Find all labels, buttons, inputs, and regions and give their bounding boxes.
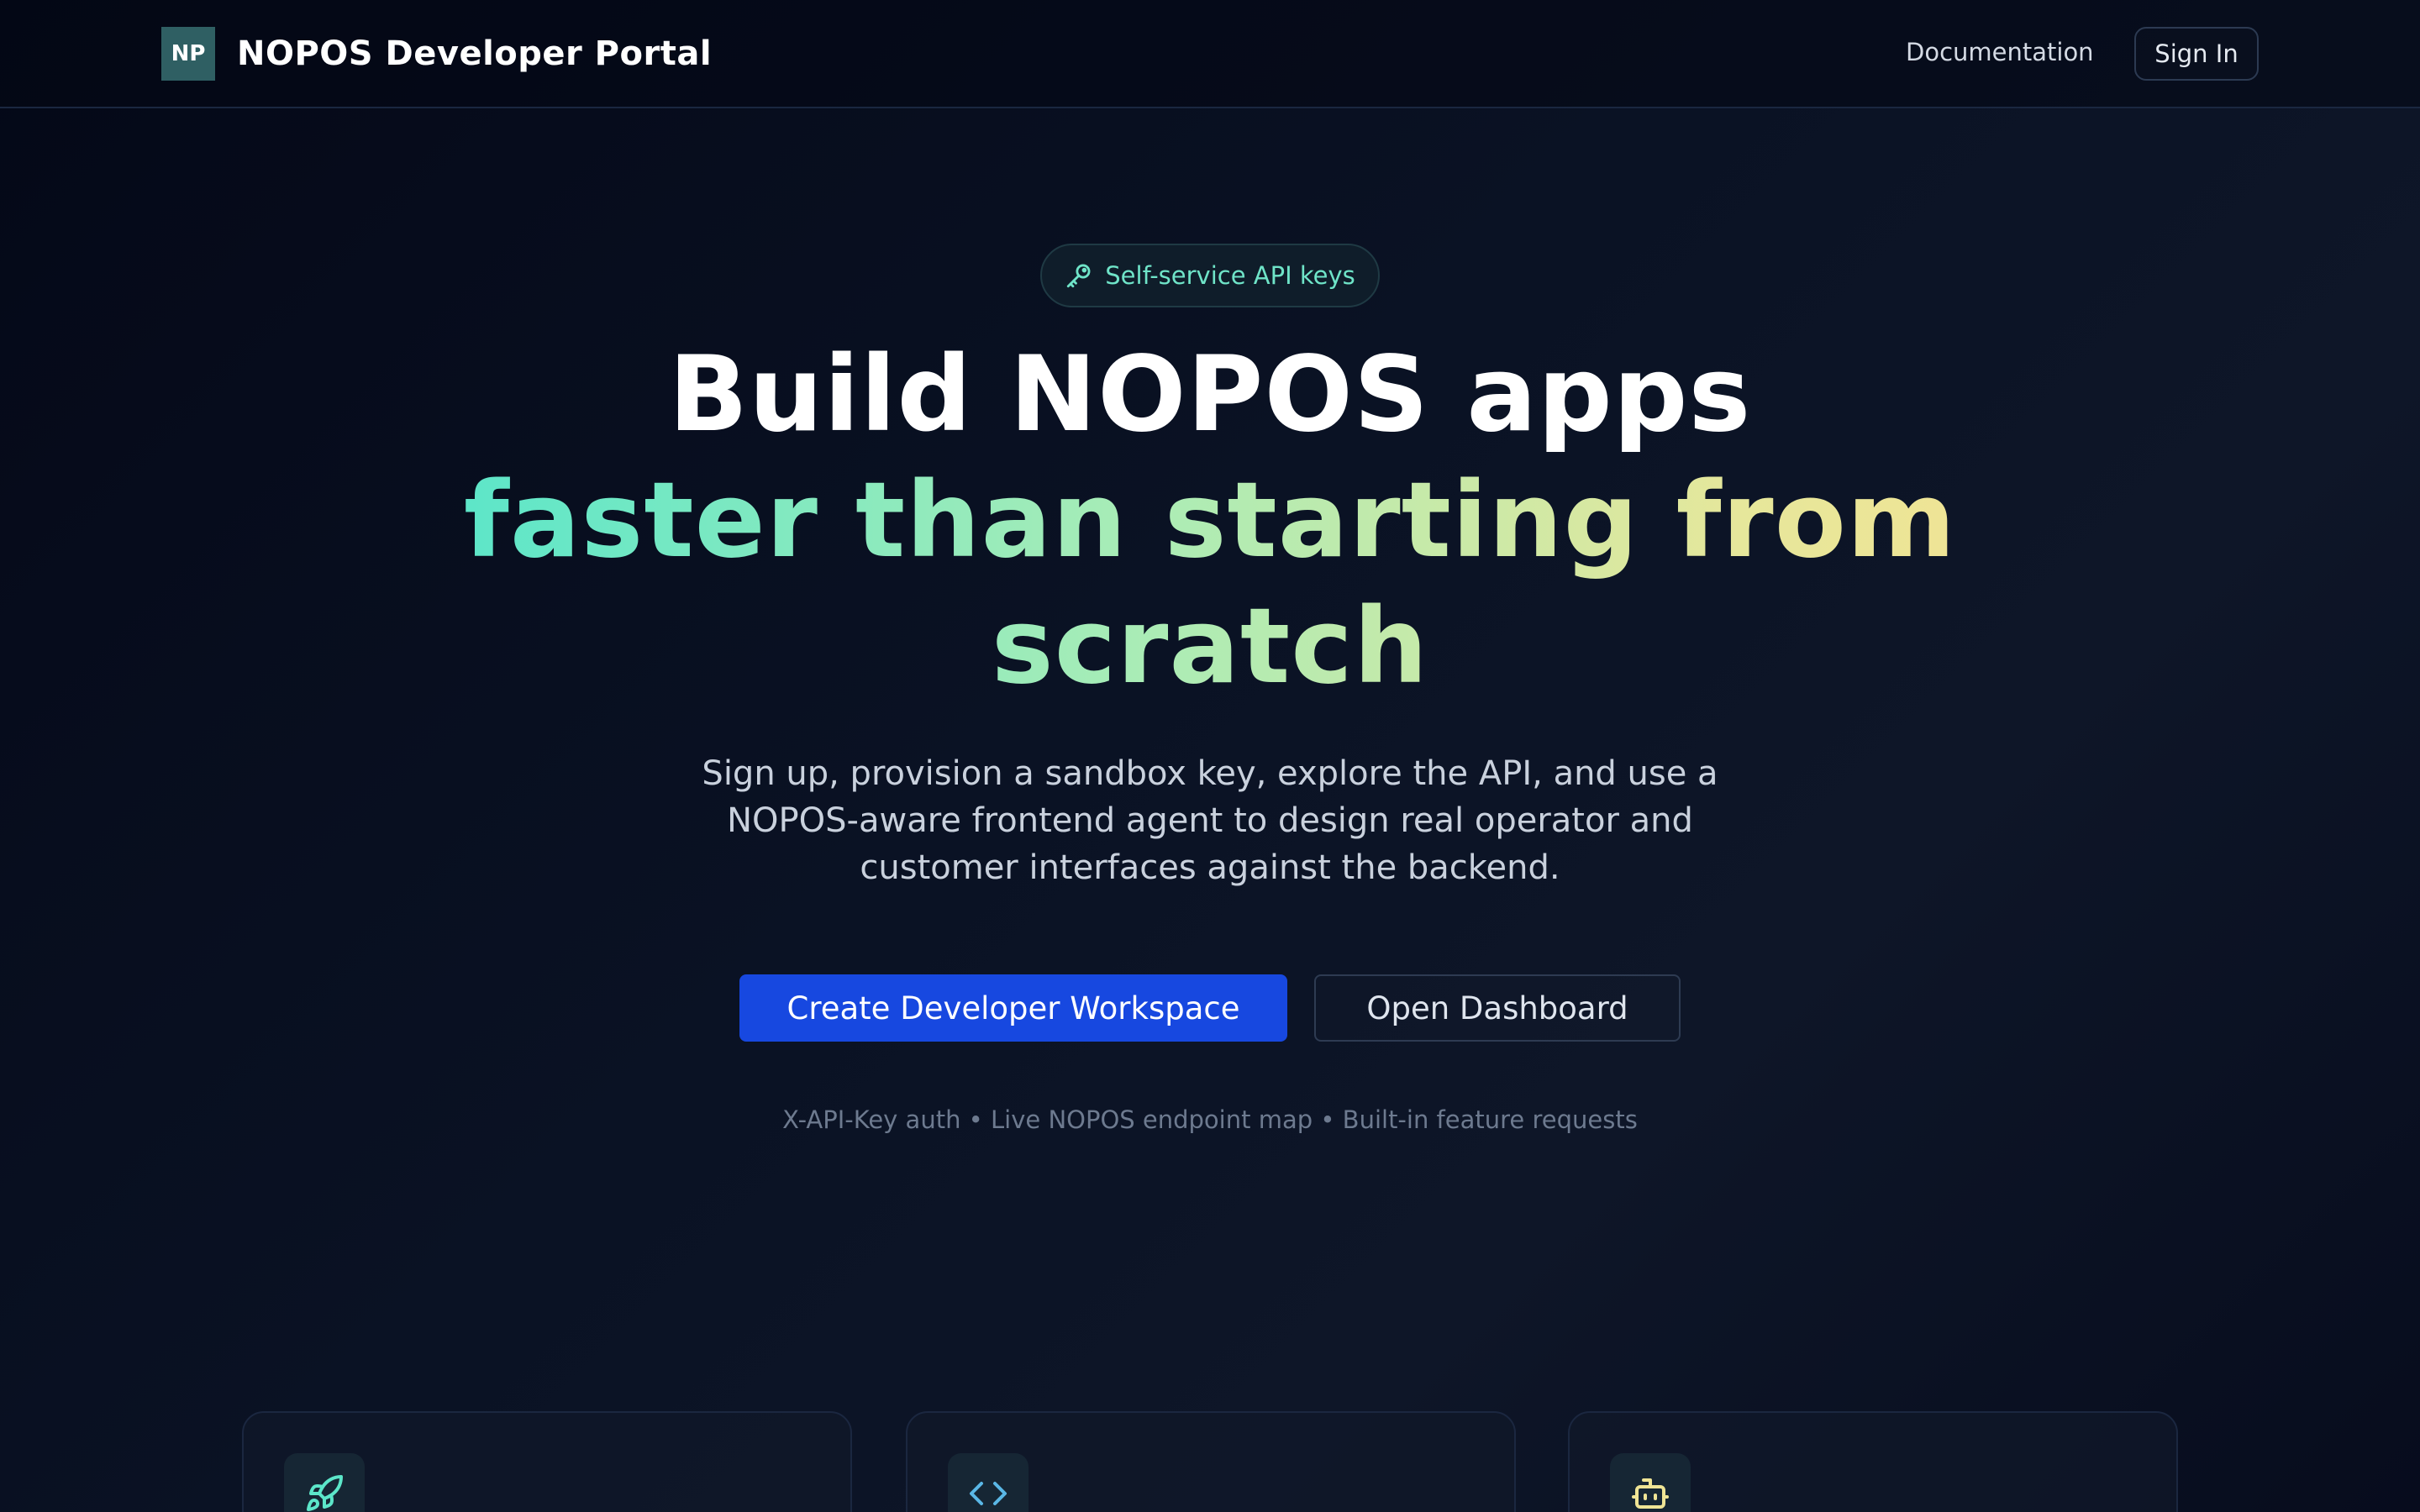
card-icon-wrap (948, 1453, 1028, 1512)
self-service-badge: Self-service API keys (1040, 244, 1380, 307)
badge-label: Self-service API keys (1105, 261, 1355, 290)
code-icon (970, 1482, 1007, 1505)
card-icon-wrap (284, 1453, 365, 1512)
brand-logo: NP (161, 27, 215, 81)
create-workspace-button[interactable]: Create Developer Workspace (739, 974, 1287, 1042)
bot-icon (1632, 1478, 1669, 1509)
headline-line-1: Build NOPOS apps (668, 334, 1752, 455)
hero-subtitle: Sign up, provision a sandbox key, explor… (702, 754, 1718, 887)
feature-card-2 (906, 1411, 1516, 1512)
features-summary: X-API-Key auth • Live NOPOS endpoint map… (782, 1105, 1638, 1134)
brand[interactable]: NP NOPOS Developer Portal (161, 27, 712, 81)
open-dashboard-button[interactable]: Open Dashboard (1314, 974, 1681, 1042)
landing-page: NP NOPOS Developer Portal Documentation … (0, 0, 2420, 1512)
feature-card-3 (1568, 1411, 2178, 1512)
top-nav-bar: NP NOPOS Developer Portal Documentation … (0, 0, 2420, 108)
card-icon-wrap (1610, 1453, 1691, 1512)
feature-card-1 (242, 1411, 852, 1512)
headline-gradient: faster than starting from scratch (454, 458, 1966, 710)
nav-documentation-link[interactable]: Documentation (1906, 35, 2094, 69)
rocket-icon (307, 1474, 343, 1511)
key-icon (1067, 264, 1091, 288)
brand-name: NOPOS Developer Portal (237, 34, 713, 73)
sign-in-button[interactable]: Sign In (2134, 27, 2259, 81)
